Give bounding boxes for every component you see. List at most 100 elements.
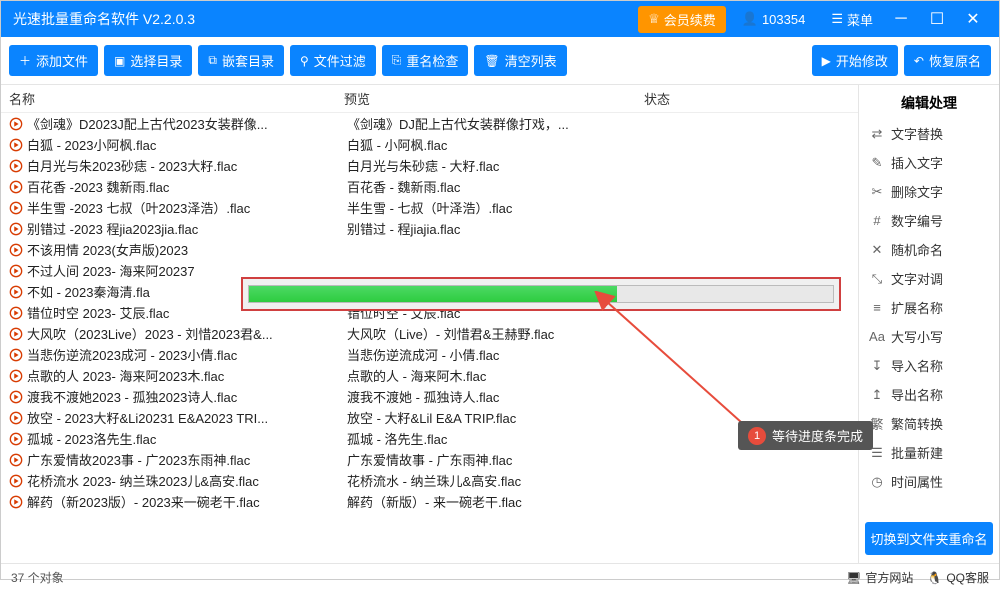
select-dir-button[interactable]: ▣选择目录 <box>104 45 192 76</box>
cell-name: 大风吹（2023Live）2023 - 刘惜2023君&... <box>27 324 347 343</box>
side-item-label: 大写小写 <box>891 327 943 346</box>
side-item[interactable]: Aa 大写小写 <box>865 322 993 351</box>
check-icon: ⎘ <box>392 53 402 68</box>
progress-dialog <box>241 277 841 311</box>
table-row[interactable]: 广东爱情故2023事 - 广2023东雨神.flac广东爱情故事 - 广东雨神.… <box>1 449 858 470</box>
side-item[interactable]: ◷ 时间属性 <box>865 467 993 496</box>
menu-button[interactable]: ☰菜单 <box>821 6 883 33</box>
table-row[interactable]: 白狐 - 2023小阿枫.flac白狐 - 小阿枫.flac <box>1 134 858 155</box>
undo-icon: ↶ <box>914 54 924 68</box>
side-item-label: 繁简转换 <box>891 414 943 433</box>
minimize-button[interactable]: ─ <box>883 10 919 28</box>
file-filter-button[interactable]: ⚲文件过滤 <box>290 45 376 76</box>
cell-preview: 白狐 - 小阿枫.flac <box>347 135 647 154</box>
nested-icon: ⧉ <box>208 53 217 68</box>
table-row[interactable]: 《剑魂》D2023J配上古代2023女装群像...《剑魂》DJ配上古代女装群像打… <box>1 113 858 134</box>
table-row[interactable]: 百花香 -2023 魏新雨.flac百花香 - 魏新雨.flac <box>1 176 858 197</box>
audio-file-icon <box>9 327 23 341</box>
side-item-label: 导出名称 <box>891 385 943 404</box>
cell-name: 当悲伤逆流2023成河 - 2023小倩.flac <box>27 345 347 364</box>
cell-name: 半生雪 -2023 七叔（叶2023泽浩）.flac <box>27 198 347 217</box>
table-row[interactable]: 半生雪 -2023 七叔（叶2023泽浩）.flac半生雪 - 七叔（叶泽浩）.… <box>1 197 858 218</box>
table-row[interactable]: 不该用情 2023(女声版)2023 <box>1 239 858 260</box>
cell-preview: 百花香 - 魏新雨.flac <box>347 177 647 196</box>
close-button[interactable]: ✕ <box>955 9 991 29</box>
cell-preview: 放空 - 大籽&Lil E&A TRIP.flac <box>347 408 647 427</box>
table-row[interactable]: 解药（新2023版）- 2023来一碗老干.flac解药（新版）- 来一碗老干.… <box>1 491 858 512</box>
table-row[interactable]: 大风吹（2023Live）2023 - 刘惜2023君&...大风吹（Live）… <box>1 323 858 344</box>
dup-check-button[interactable]: ⎘重名检查 <box>382 45 469 76</box>
audio-file-icon <box>9 264 23 278</box>
start-button[interactable]: ▶开始修改 <box>812 45 898 76</box>
audio-file-icon <box>9 222 23 236</box>
side-item-icon: ◷ <box>869 474 885 490</box>
list-header: 名称 预览 状态 <box>1 85 858 113</box>
col-preview[interactable]: 预览 <box>344 89 644 108</box>
cell-name: 《剑魂》D2023J配上古代2023女装群像... <box>27 114 347 133</box>
col-name[interactable]: 名称 <box>9 89 344 108</box>
table-row[interactable]: 点歌的人 2023- 海来阿2023木.flac点歌的人 - 海来阿木.flac <box>1 365 858 386</box>
cell-name: 百花香 -2023 魏新雨.flac <box>27 177 347 196</box>
side-item[interactable]: ✂删除文字 <box>865 177 993 206</box>
table-row[interactable]: 放空 - 2023大籽&Li20231 E&A2023 TRI...放空 - 大… <box>1 407 858 428</box>
table-row[interactable]: 白月光与朱2023砂痣 - 2023大籽.flac白月光与朱砂痣 - 大籽.fl… <box>1 155 858 176</box>
app-title: 光速批量重命名软件 V2.2.0.3 <box>9 9 632 29</box>
add-file-button[interactable]: ＋添加文件 <box>9 45 98 76</box>
plus-icon: ＋ <box>19 52 31 69</box>
cell-name: 放空 - 2023大籽&Li20231 E&A2023 TRI... <box>27 408 347 427</box>
side-item[interactable]: ⤡文字对调 <box>865 264 993 293</box>
restore-button[interactable]: ↶恢复原名 <box>904 45 991 76</box>
side-item[interactable]: 繁繁简转换 <box>865 409 993 438</box>
side-item[interactable]: #数字编号 <box>865 206 993 235</box>
side-item[interactable]: ✕ 随机命名 <box>865 235 993 264</box>
side-item-label: 时间属性 <box>891 472 943 491</box>
clear-list-button[interactable]: 🗑清空列表 <box>474 45 566 76</box>
side-item-icon: ✕ <box>869 242 885 258</box>
main-area: 名称 预览 状态 《剑魂》D2023J配上古代2023女装群像...《剑魂》DJ… <box>1 85 999 563</box>
table-row[interactable]: 别错过 -2023 程jia2023jia.flac别错过 - 程jiajia.… <box>1 218 858 239</box>
side-item[interactable]: ↧导入名称 <box>865 351 993 380</box>
side-item[interactable]: ⇄文字替换 <box>865 119 993 148</box>
table-row[interactable]: 渡我不渡她2023 - 孤独2023诗人.flac渡我不渡她 - 孤独诗人.fl… <box>1 386 858 407</box>
audio-file-icon <box>9 285 23 299</box>
cell-name: 点歌的人 2023- 海来阿2023木.flac <box>27 366 347 385</box>
side-item[interactable]: ≡扩展名称 <box>865 293 993 322</box>
status-bar: 37 个对象 🖥官方网站 🐧QQ客服 <box>1 563 999 591</box>
official-site-link[interactable]: 🖥官方网站 <box>846 569 913 586</box>
cell-name: 渡我不渡她2023 - 孤独2023诗人.flac <box>27 387 347 406</box>
annotation-text: 等待进度条完成 <box>772 426 863 445</box>
side-item[interactable]: ↥ 导出名称 <box>865 380 993 409</box>
audio-file-icon <box>9 348 23 362</box>
cell-name: 白狐 - 2023小阿枫.flac <box>27 135 347 154</box>
qq-support-link[interactable]: 🐧QQ客服 <box>927 569 989 586</box>
cell-name: 解药（新2023版）- 2023来一碗老干.flac <box>27 492 347 511</box>
audio-file-icon <box>9 390 23 404</box>
audio-file-icon <box>9 138 23 152</box>
user-id[interactable]: 👤103354 <box>732 7 816 31</box>
cell-preview: 白月光与朱砂痣 - 大籽.flac <box>347 156 647 175</box>
menu-icon: ☰ <box>831 11 843 27</box>
table-row[interactable]: 花桥流水 2023- 纳兰珠2023儿&高安.flac花桥流水 - 纳兰珠儿&高… <box>1 470 858 491</box>
globe-icon: 🖥 <box>846 571 861 585</box>
table-row[interactable]: 当悲伤逆流2023成河 - 2023小倩.flac当悲伤逆流成河 - 小倩.fl… <box>1 344 858 365</box>
side-item-icon: Aa <box>869 329 885 344</box>
side-item-label: 随机命名 <box>891 240 943 259</box>
audio-file-icon <box>9 180 23 194</box>
vip-renew-button[interactable]: ♕会员续费 <box>638 6 726 33</box>
crown-icon: ♕ <box>648 11 660 27</box>
list-body[interactable]: 《剑魂》D2023J配上古代2023女装群像...《剑魂》DJ配上古代女装群像打… <box>1 113 858 563</box>
side-item-label: 文字对调 <box>891 269 943 288</box>
audio-file-icon <box>9 306 23 320</box>
table-row[interactable]: 孤城 - 2023洛先生.flac孤城 - 洛先生.flac <box>1 428 858 449</box>
col-status[interactable]: 状态 <box>644 89 850 108</box>
progress-fill <box>249 286 617 302</box>
side-item[interactable]: ✎插入文字 <box>865 148 993 177</box>
cell-preview: 别错过 - 程jiajia.flac <box>347 219 647 238</box>
side-item-icon: ↥ <box>869 387 885 403</box>
side-item[interactable]: ☰批量新建 <box>865 438 993 467</box>
audio-file-icon <box>9 432 23 446</box>
switch-mode-button[interactable]: 切换到文件夹重命名 <box>865 522 993 555</box>
maximize-button[interactable]: ☐ <box>919 9 955 29</box>
cell-preview: 半生雪 - 七叔（叶泽浩）.flac <box>347 198 647 217</box>
nested-dir-button[interactable]: ⧉嵌套目录 <box>198 45 284 76</box>
